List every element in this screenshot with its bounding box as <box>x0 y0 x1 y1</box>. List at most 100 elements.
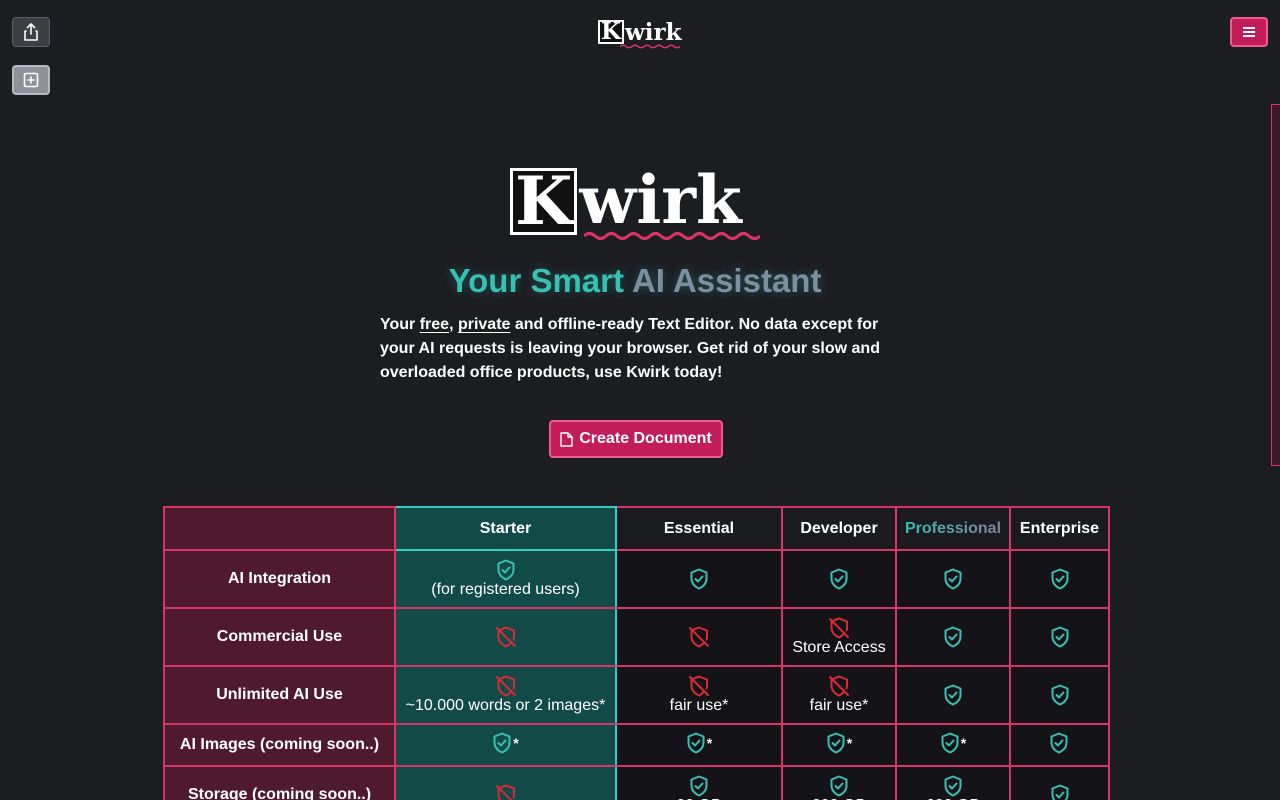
header-starter: Starter <box>394 506 617 551</box>
row-label: Unlimited AI Use <box>163 665 396 725</box>
cell-content: * <box>492 732 519 754</box>
shield-off-icon <box>495 626 516 648</box>
new-document-icon <box>23 72 39 88</box>
cell-content <box>897 684 1009 706</box>
shield-check-icon <box>1050 732 1068 753</box>
header-professional: Professional <box>895 506 1011 551</box>
cell-star: * <box>706 734 713 751</box>
plan-cell: Store Access <box>781 607 897 667</box>
cell-content: fair use* <box>783 675 895 715</box>
plan-cell <box>895 665 1011 725</box>
shield-off-icon <box>495 675 516 697</box>
cell-content <box>1011 626 1108 648</box>
hero-logo: K wirk <box>510 161 770 243</box>
plan-cell: 600 GB <box>895 765 1011 800</box>
cell-content: * <box>940 732 966 754</box>
plan-cell <box>895 607 1011 667</box>
free-link[interactable]: free <box>420 316 449 333</box>
cell-note: (for registered users) <box>431 581 580 598</box>
cell-star: * <box>513 734 519 751</box>
plan-cell <box>895 549 1011 609</box>
shield-off-icon <box>495 784 515 800</box>
shield-check-icon <box>827 732 845 753</box>
cell-content: fair use* <box>617 675 781 715</box>
cell-note: ~10.000 words or 2 images* <box>405 697 606 714</box>
shield-off-icon <box>829 617 849 639</box>
tagline: Your Smart AI Assistant <box>0 262 1270 300</box>
cell-content: 600 GB <box>897 775 1009 800</box>
row-label: AI Integration <box>163 549 396 609</box>
tagline-part-a: Your Smart <box>448 262 632 299</box>
shield-off-icon <box>689 675 709 697</box>
row-label: Commercial Use <box>163 607 396 667</box>
plan-cell: ~10.000 words or 2 images* <box>394 665 617 725</box>
cell-content <box>897 568 1009 590</box>
table-corner <box>163 506 396 551</box>
cell-content <box>1011 784 1108 800</box>
hero-logo-wave <box>584 232 760 240</box>
cell-star: * <box>846 734 853 751</box>
table-row: Storage (coming soon..) 20 GB200 GB600 GB <box>163 765 1110 800</box>
cell-content: Store Access <box>783 617 895 657</box>
intro-part: Your <box>380 316 420 333</box>
row-label: Storage (coming soon..) <box>163 765 396 800</box>
share-button[interactable] <box>12 17 50 47</box>
hero-logo-text: wirk <box>579 161 742 239</box>
plan-cell: (for registered users) <box>394 549 617 609</box>
shield-check-icon <box>690 568 708 590</box>
hamburger-menu-icon <box>1243 27 1255 37</box>
plan-cell: * <box>895 723 1011 767</box>
plan-cell: * <box>781 723 897 767</box>
plan-cell: 200 GB <box>781 765 897 800</box>
header-developer: Developer <box>781 506 897 551</box>
shield-check-icon <box>944 775 962 797</box>
plan-cell: fair use* <box>781 665 897 725</box>
header-logo-text: wirk <box>625 18 682 46</box>
header-logo-wave <box>620 44 680 49</box>
table-row: Unlimited AI Use ~10.000 words or 2 image… <box>163 665 1110 725</box>
cell-star: * <box>960 734 967 751</box>
cell-content <box>1011 684 1108 706</box>
cell-content <box>396 626 615 648</box>
plan-cell <box>394 607 617 667</box>
private-link[interactable]: private <box>458 316 510 333</box>
plan-cell: 20 GB <box>615 765 783 800</box>
table-row: AI Integration (for registered users) <box>163 549 1110 609</box>
plan-cell <box>394 765 617 800</box>
new-document-button[interactable] <box>12 65 50 95</box>
table-row: AI Images (coming soon..) * * * * <box>163 723 1110 767</box>
share-icon <box>24 23 38 41</box>
create-document-button[interactable]: Create Document <box>549 420 723 458</box>
plan-cell: * <box>615 723 783 767</box>
hero-logo-k: K <box>510 168 578 235</box>
shield-check-icon <box>690 775 708 797</box>
shield-check-icon <box>1051 626 1068 648</box>
scrollbar[interactable] <box>1271 104 1280 466</box>
cell-content <box>783 568 895 590</box>
shield-off-icon <box>689 626 709 648</box>
shield-check-icon <box>687 732 705 753</box>
plan-cell <box>1009 665 1110 725</box>
plan-cell <box>1009 549 1110 609</box>
cell-content: (for registered users) <box>396 559 615 599</box>
header-essential: Essential <box>615 506 783 551</box>
shield-check-icon <box>497 559 514 581</box>
plan-cell: fair use* <box>615 665 783 725</box>
shield-check-icon <box>493 732 511 753</box>
plan-cell <box>1009 723 1110 767</box>
cell-content <box>897 626 1009 648</box>
intro-text: Your free, private and offline-ready Tex… <box>380 313 900 385</box>
menu-button[interactable] <box>1230 17 1268 47</box>
plans-table: Starter Essential Developer Professional… <box>163 506 1110 800</box>
plan-cell <box>781 549 897 609</box>
cell-content: * <box>826 732 852 754</box>
shield-check-icon <box>941 732 959 753</box>
header-logo[interactable]: K wirk <box>598 18 682 49</box>
plan-cell <box>1009 765 1110 800</box>
cell-content: ~10.000 words or 2 images* <box>396 675 615 715</box>
tagline-part-b: AI Assistant <box>631 262 822 299</box>
cell-note: Store Access <box>792 639 886 656</box>
cell-content <box>1011 568 1108 590</box>
plan-cell <box>615 607 783 667</box>
cell-content: 200 GB <box>783 775 895 800</box>
